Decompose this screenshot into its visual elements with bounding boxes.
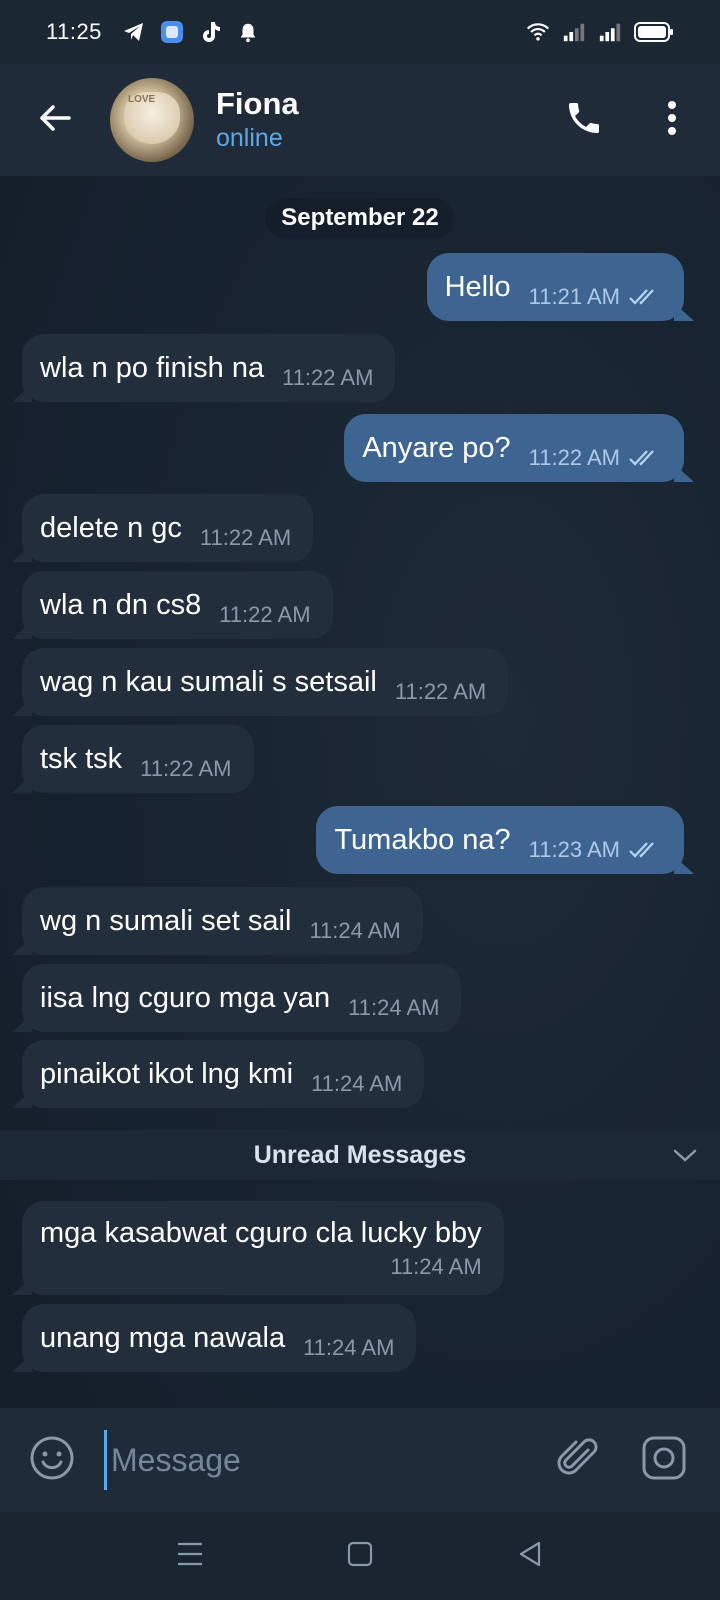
contact-name: Fiona xyxy=(216,86,299,122)
message-input[interactable] xyxy=(104,1430,538,1490)
message-incoming[interactable]: wag n kau sumali s setsail 11:22 AM xyxy=(22,648,509,716)
message-text: unang mga nawala xyxy=(40,1321,286,1354)
telegram-icon xyxy=(122,20,146,44)
triangle-back-icon xyxy=(517,1540,543,1573)
signal-icon xyxy=(562,20,586,44)
message-time: 11:22 AM xyxy=(528,445,620,470)
message-time: 11:24 AM xyxy=(309,918,401,943)
message-text: pinaikot ikot lng kmi xyxy=(40,1057,294,1090)
back-nav-button[interactable] xyxy=(445,1512,615,1600)
more-options-button[interactable] xyxy=(642,64,702,176)
square-icon xyxy=(347,1541,373,1572)
message-incoming[interactable]: pinaikot ikot lng kmi 11:24 AM xyxy=(22,1040,425,1108)
message-text: mga kasabwat cguro cla lucky bby xyxy=(40,1216,482,1249)
unread-label: Unread Messages xyxy=(253,1140,467,1169)
call-button[interactable] xyxy=(548,64,620,176)
message-text: delete n gc xyxy=(40,511,182,544)
message-time: 11:22 AM xyxy=(219,602,311,627)
smiley-icon xyxy=(29,1435,75,1486)
message-text: Anyare po? xyxy=(362,431,511,464)
message-text: wg n sumali set sail xyxy=(40,904,292,937)
phone-icon xyxy=(564,98,604,143)
more-vertical-icon xyxy=(666,100,678,141)
status-time: 11:25 xyxy=(46,19,102,44)
status-bar: 11:25 xyxy=(0,0,720,64)
avatar[interactable]: LOVE xyxy=(110,78,194,162)
double-check-icon xyxy=(628,287,662,307)
message-incoming[interactable]: wg n sumali set sail 11:24 AM xyxy=(22,887,423,955)
app-icon xyxy=(160,20,184,44)
emoji-button[interactable] xyxy=(0,1408,104,1512)
message-time: 11:24 AM xyxy=(390,1253,482,1279)
avatar-text: LOVE xyxy=(128,94,156,105)
recent-apps-button[interactable] xyxy=(105,1512,275,1600)
message-time: 11:22 AM xyxy=(282,365,374,390)
double-check-icon xyxy=(628,840,662,860)
message-incoming[interactable]: mga kasabwat cguro cla lucky bby 11:24 A… xyxy=(22,1201,504,1295)
system-navigation-bar xyxy=(0,1512,720,1600)
message-incoming[interactable]: unang mga nawala 11:24 AM xyxy=(22,1304,417,1372)
attach-button[interactable] xyxy=(538,1408,618,1512)
message-time: 11:24 AM xyxy=(303,1335,395,1360)
instagram-camera-icon xyxy=(641,1435,687,1486)
message-text: wag n kau sumali s setsail xyxy=(40,665,377,698)
message-time: 11:21 AM xyxy=(528,284,620,309)
message-incoming[interactable]: delete n gc 11:22 AM xyxy=(22,494,314,562)
unread-messages-divider: Unread Messages xyxy=(0,1130,720,1180)
message-outgoing[interactable]: Tumakbo na? 11:23 AM xyxy=(316,806,684,874)
message-time: 11:24 AM xyxy=(311,1071,403,1096)
compose-bar xyxy=(0,1408,720,1512)
message-text: iisa lng cguro mga yan xyxy=(40,981,331,1014)
wifi-icon xyxy=(526,20,550,44)
header-actions xyxy=(548,64,720,176)
back-arrow-icon xyxy=(37,100,73,141)
notification-icon xyxy=(236,20,260,44)
contact-status: online xyxy=(216,124,283,153)
camera-button[interactable] xyxy=(618,1408,710,1512)
message-time: 11:22 AM xyxy=(199,525,292,550)
message-text: wla n dn cs8 xyxy=(40,588,202,621)
chevron-down-icon[interactable] xyxy=(672,1142,698,1173)
status-icons-left xyxy=(122,20,260,44)
signal-icon xyxy=(598,20,622,44)
menu-icon xyxy=(176,1541,204,1572)
home-button[interactable] xyxy=(275,1512,445,1600)
message-time: 11:22 AM xyxy=(394,679,487,704)
back-button[interactable] xyxy=(0,64,110,176)
message-text: tsk tsk xyxy=(40,742,123,775)
message-incoming[interactable]: wla n dn cs8 11:22 AM xyxy=(22,571,333,639)
message-list[interactable]: September 22 Hello 11:21 AM wla n po fin… xyxy=(0,176,720,1408)
message-incoming[interactable]: wla n po finish na 11:22 AM xyxy=(22,334,396,402)
message-time: 11:24 AM xyxy=(348,995,440,1020)
battery-icon xyxy=(634,20,674,44)
status-icons-right xyxy=(526,20,674,44)
chat-header: LOVE Fiona online xyxy=(0,64,720,176)
message-outgoing[interactable]: Hello 11:21 AM xyxy=(426,253,684,321)
message-time: 11:23 AM xyxy=(528,837,620,862)
date-separator: September 22 xyxy=(265,198,455,238)
paperclip-icon xyxy=(556,1436,600,1485)
message-text: Tumakbo na? xyxy=(334,823,511,856)
message-outgoing[interactable]: Anyare po? 11:22 AM xyxy=(344,414,684,482)
message-time: 11:22 AM xyxy=(140,756,232,781)
message-text: Hello xyxy=(444,270,511,303)
telegram-chat-screen: 11:25 LOVE Fiona online September 22 Hel… xyxy=(0,0,720,1600)
message-text: wla n po finish na xyxy=(40,351,265,384)
double-check-icon xyxy=(628,448,662,468)
contact-info[interactable]: Fiona online xyxy=(216,85,299,155)
tiktok-icon xyxy=(198,20,222,44)
message-incoming[interactable]: tsk tsk 11:22 AM xyxy=(22,725,254,793)
message-incoming[interactable]: iisa lng cguro mga yan 11:24 AM xyxy=(22,964,462,1032)
